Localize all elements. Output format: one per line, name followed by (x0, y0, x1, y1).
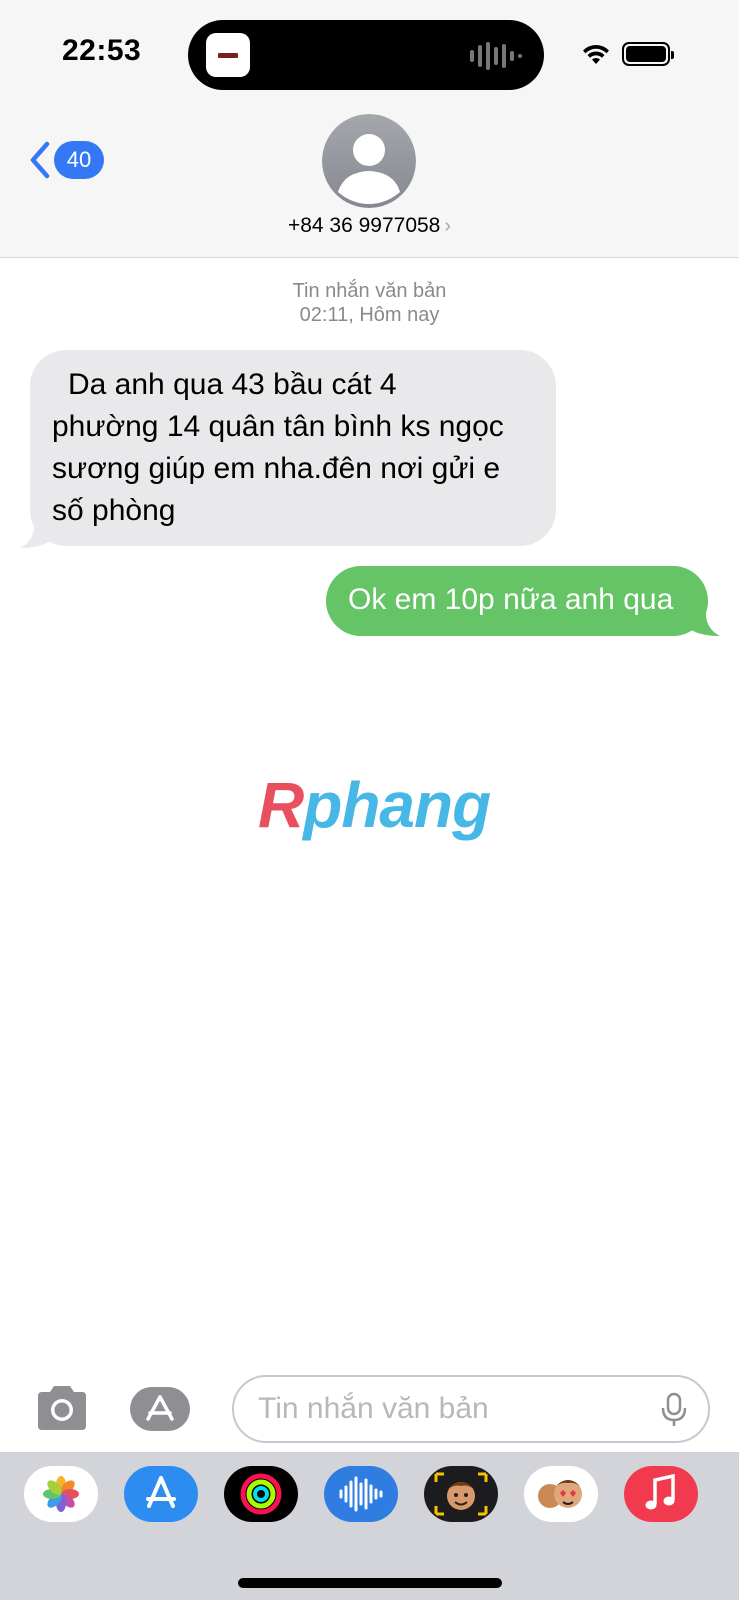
message-line: sương giúp em nha.đên nơi gửi e (52, 452, 501, 485)
camera-icon[interactable] (34, 1384, 90, 1432)
audio-waveform-icon (470, 42, 522, 70)
incoming-bubble-tail (20, 520, 54, 548)
photos-icon[interactable] (24, 1466, 98, 1522)
wifi-icon (583, 44, 609, 64)
watermark-logo: Rphang (258, 769, 491, 841)
message-line: Da anh qua 43 bầu cát 4 (68, 368, 397, 401)
memoji-camera-icon[interactable] (424, 1466, 498, 1522)
audio-message-icon[interactable] (324, 1466, 398, 1522)
message-input[interactable] (232, 1375, 710, 1443)
person-icon (322, 114, 416, 208)
incoming-message-bubble[interactable]: Da anh qua 43 bầu cát 4 phường 14 quân t… (30, 350, 556, 546)
contact-number: +84 36 9977058 (287, 214, 441, 237)
island-app-icon (206, 33, 250, 77)
memoji-stickers-icon[interactable] (524, 1466, 598, 1522)
home-indicator[interactable] (238, 1578, 502, 1588)
contact-avatar[interactable] (322, 114, 416, 208)
fitness-icon[interactable] (224, 1466, 298, 1522)
app-store-apps-icon[interactable] (130, 1387, 200, 1431)
unread-count-badge: 40 (54, 141, 104, 179)
music-icon[interactable] (624, 1466, 698, 1522)
chevron-right-icon: › (444, 215, 452, 237)
message-timestamp: 02:11, Hôm nay (299, 304, 440, 326)
status-bar: 22:53 (0, 0, 739, 110)
imessage-app-drawer (0, 1452, 739, 1600)
back-button[interactable]: 40 (28, 140, 104, 180)
app-store-icon[interactable] (124, 1466, 198, 1522)
conversation-header: 40 +84 36 9977058 › (0, 110, 739, 258)
outgoing-bubble-tail (686, 608, 720, 636)
message-line: phường 14 quân tân bình ks ngọc (52, 410, 504, 443)
battery-icon (622, 42, 674, 66)
dynamic-island[interactable] (188, 20, 544, 90)
message-type-label: Tin nhắn văn bản (292, 280, 447, 302)
contact-name[interactable]: +84 36 9977058 › (0, 214, 739, 238)
message-line: số phòng (52, 494, 176, 527)
chevron-left-icon (30, 141, 50, 179)
microphone-icon[interactable] (660, 1392, 688, 1428)
status-time: 22:53 (62, 34, 142, 67)
outgoing-message-bubble[interactable]: Ok em 10p nữa anh qua (326, 566, 708, 636)
